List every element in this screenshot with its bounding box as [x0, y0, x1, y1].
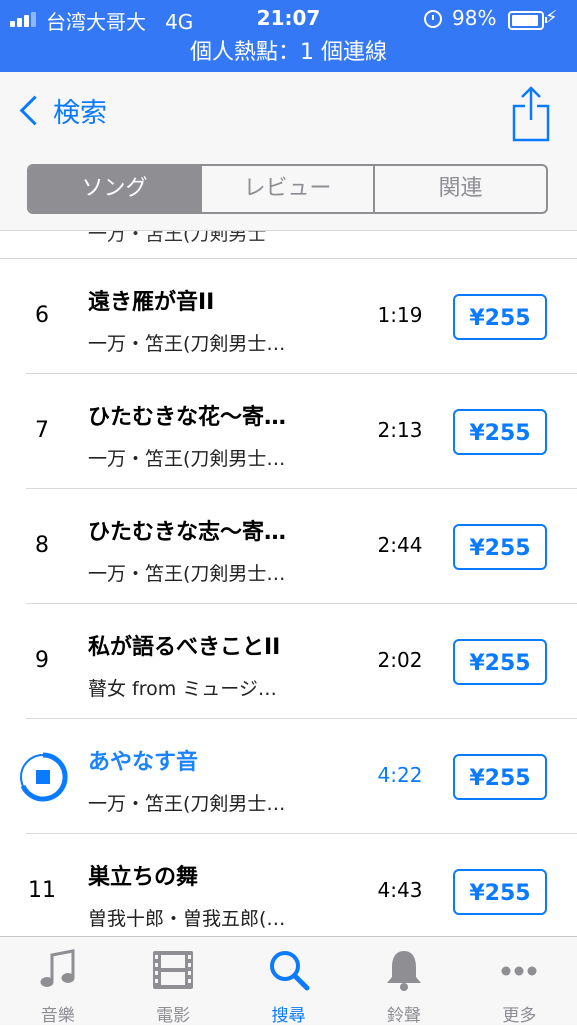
song-artist: 曽我十郎・曽我五郎(… [88, 908, 286, 930]
song-artist: 一万・笘王(刀剣男士… [88, 563, 286, 585]
tab-search[interactable]: 搜尋 [231, 937, 346, 1026]
tab-ringtones[interactable]: 鈴聲 [346, 937, 461, 1026]
song-title: ひたむきな花～寄… [88, 405, 287, 430]
song-row[interactable]: 9 私が語るべきことII 瞽女 from ミュージ… 2:02 ¥255 [0, 604, 577, 719]
back-button-label: 検索 [53, 97, 107, 129]
song-title: 遠き雁が音II [88, 290, 215, 315]
tab-movies[interactable]: 電影 [115, 937, 230, 1026]
status-area: 台湾大哥大 4G 21:07 98% ⚡ 個人熱點：1 個連線 [0, 0, 577, 72]
song-row[interactable]: 6 遠き雁が音II 一万・笘王(刀剣男士… 1:19 ¥255 [0, 259, 577, 374]
bell-icon [386, 951, 421, 991]
buy-button[interactable]: ¥255 [453, 294, 547, 340]
track-number: 8 [35, 533, 49, 558]
tab-label: 搜尋 [271, 1006, 306, 1026]
song-title: あやなす音 [88, 750, 199, 775]
share-icon[interactable] [510, 84, 552, 144]
tab-label: 更多 [502, 1006, 537, 1026]
navigation-bar: 検索 [0, 72, 577, 153]
tab-bar: 音樂 電影 搜尋 鈴聲 更多 [0, 936, 577, 1026]
track-number: 6 [35, 303, 49, 328]
song-row[interactable]: 8 ひたむきな志～寄… 一万・笘王(刀剣男士… 2:44 ¥255 [0, 489, 577, 604]
back-button[interactable]: 検索 [14, 90, 107, 130]
segment-songs[interactable]: ソング [29, 166, 202, 212]
buy-button[interactable]: ¥255 [453, 524, 547, 570]
tab-more[interactable]: 更多 [462, 937, 577, 1026]
track-number: 7 [35, 418, 49, 443]
tab-music[interactable]: 音樂 [0, 937, 115, 1026]
song-artist: 一万・笘王(刀剣男士… [88, 448, 286, 470]
song-title: ひたむきな志～寄… [88, 520, 287, 545]
more-icon [501, 966, 537, 976]
song-title: 巣立ちの舞 [88, 865, 199, 890]
song-title: 私が語るべきことII [88, 635, 281, 660]
tab-label: 電影 [156, 1006, 191, 1026]
song-artist: 瞽女 from ミュージ… [88, 678, 277, 700]
segment-reviews[interactable]: レビュー [202, 166, 375, 212]
chevron-left-icon [19, 95, 50, 125]
song-duration: 2:44 [377, 533, 423, 557]
status-bar: 台湾大哥大 4G 21:07 98% ⚡ [0, 0, 577, 36]
film-icon [153, 951, 194, 989]
song-list[interactable]: 一万・笘王(刀剣男士 6 遠き雁が音II 一万・笘王(刀剣男士… 1:19 ¥2… [0, 231, 577, 936]
tab-label: 鈴聲 [386, 1006, 421, 1026]
segmented-control: ソング レビュー 関連 [27, 164, 548, 214]
track-number: 9 [35, 648, 49, 673]
song-artist: 一万・笘王(刀剣男士… [88, 793, 286, 815]
segment-related[interactable]: 関連 [375, 166, 546, 212]
stop-playback-icon[interactable] [18, 752, 68, 802]
buy-button[interactable]: ¥255 [453, 639, 547, 685]
song-artist: 一万・笘王(刀剣男士… [88, 333, 286, 355]
battery-percent: 98% [452, 6, 497, 30]
music-note-icon [40, 949, 75, 987]
partial-row-text: 一万・笘王(刀剣男士 [88, 231, 267, 245]
buy-button[interactable]: ¥255 [453, 409, 547, 455]
alarm-icon [424, 10, 442, 28]
song-duration: 2:02 [377, 648, 423, 672]
song-duration: 4:43 [377, 878, 423, 902]
tab-label: 音樂 [40, 1006, 75, 1026]
song-row[interactable]: 7 ひたむきな花～寄… 一万・笘王(刀剣男士… 2:13 ¥255 [0, 374, 577, 489]
battery-icon [508, 11, 547, 30]
partial-list-row[interactable]: 一万・笘王(刀剣男士 [0, 231, 577, 259]
song-duration: 1:19 [377, 303, 423, 327]
track-number: 11 [28, 878, 56, 903]
song-row[interactable]: 11 巣立ちの舞 曽我十郎・曽我五郎(… 4:43 ¥255 [0, 834, 577, 936]
segment-container: ソング レビュー 関連 [0, 152, 577, 231]
charging-icon: ⚡ [545, 7, 558, 28]
buy-button[interactable]: ¥255 [453, 754, 547, 800]
song-duration: 4:22 [377, 763, 423, 787]
buy-button[interactable]: ¥255 [453, 869, 547, 915]
song-row-playing[interactable]: あやなす音 一万・笘王(刀剣男士… 4:22 ¥255 [0, 719, 577, 834]
song-duration: 2:13 [377, 418, 423, 442]
search-icon [269, 951, 310, 991]
hotspot-banner[interactable]: 個人熱點：1 個連線 [0, 36, 577, 72]
